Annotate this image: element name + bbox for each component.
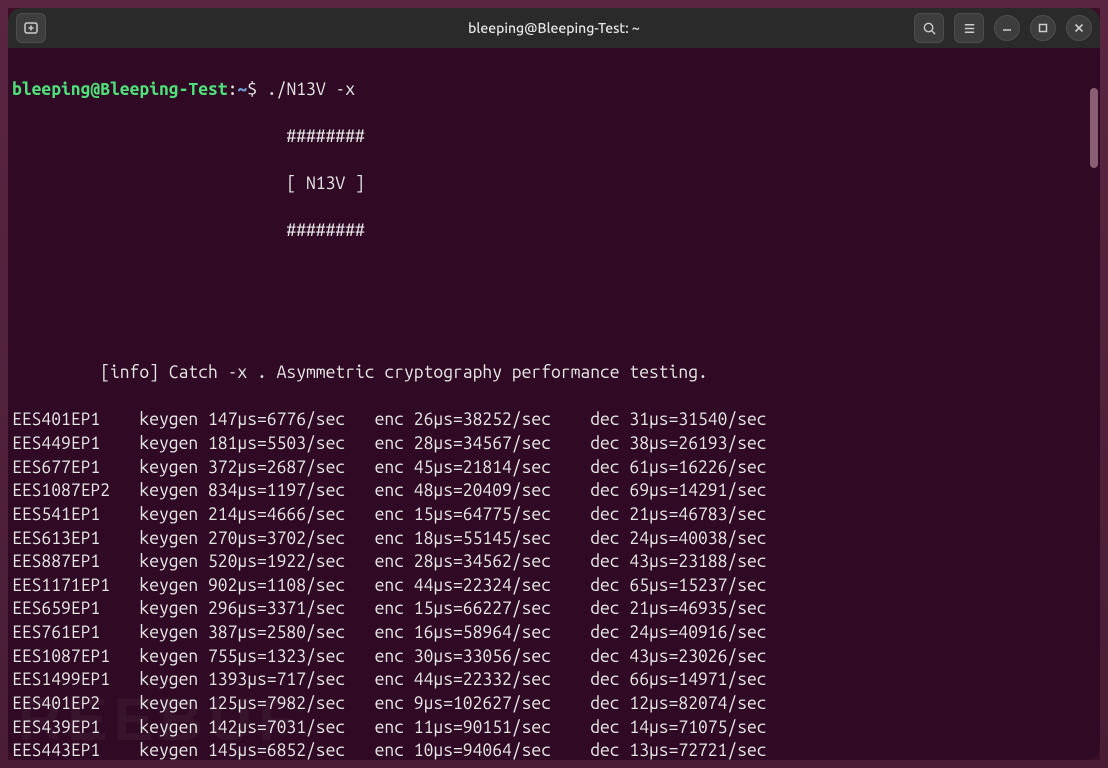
result-row: EES887EP1 keygen 520µs=1922/sec enc 28µs… — [12, 550, 1096, 574]
new-tab-button[interactable] — [16, 13, 46, 43]
prompt-user-host: bleeping@Bleeping-Test — [12, 80, 228, 99]
titlebar: bleeping@Bleeping-Test: ~ — [8, 8, 1100, 48]
banner-line: ######## — [12, 125, 1096, 149]
terminal-area[interactable]: bleeping@Bleeping-Test:~$ ./N13V -x ####… — [8, 48, 1100, 760]
banner-line: ######## — [12, 219, 1096, 243]
result-row: EES449EP1 keygen 181µs=5503/sec enc 28µs… — [12, 432, 1096, 456]
prompt-line: bleeping@Bleeping-Test:~$ ./N13V -x — [12, 78, 1096, 102]
terminal-window: bleeping@Bleeping-Test: ~ bleeping@Bleep… — [8, 8, 1100, 760]
minimize-button[interactable] — [994, 15, 1020, 41]
result-row: EES613EP1 keygen 270µs=3702/sec enc 18µs… — [12, 527, 1096, 551]
prompt-path: ~ — [237, 80, 247, 99]
result-row: EES761EP1 keygen 387µs=2580/sec enc 16µs… — [12, 621, 1096, 645]
result-row: EES443EP1 keygen 145µs=6852/sec enc 10µs… — [12, 739, 1096, 760]
search-button[interactable] — [914, 13, 944, 43]
maximize-button[interactable] — [1030, 15, 1056, 41]
result-row: EES677EP1 keygen 372µs=2687/sec enc 45µs… — [12, 456, 1096, 480]
window-title: bleeping@Bleeping-Test: ~ — [468, 20, 640, 36]
result-row: EES439EP1 keygen 142µs=7031/sec enc 11µs… — [12, 716, 1096, 740]
result-row: EES1171EP1 keygen 902µs=1108/sec enc 44µ… — [12, 574, 1096, 598]
result-row: EES1087EP1 keygen 755µs=1323/sec enc 30µ… — [12, 645, 1096, 669]
result-row: EES659EP1 keygen 296µs=3371/sec enc 15µs… — [12, 597, 1096, 621]
command-text: ./N13V -x — [267, 80, 355, 99]
scrollbar[interactable] — [1090, 88, 1098, 168]
result-row: EES1087EP2 keygen 834µs=1197/sec enc 48µ… — [12, 479, 1096, 503]
result-row: EES401EP1 keygen 147µs=6776/sec enc 26µs… — [12, 408, 1096, 432]
result-row: EES1499EP1 keygen 1393µs=717/sec enc 44µ… — [12, 668, 1096, 692]
result-row: EES541EP1 keygen 214µs=4666/sec enc 15µs… — [12, 503, 1096, 527]
banner-line: [ N13V ] — [12, 172, 1096, 196]
results-block: EES401EP1 keygen 147µs=6776/sec enc 26µs… — [12, 408, 1096, 760]
menu-button[interactable] — [954, 13, 984, 43]
prompt-dollar: $ — [247, 80, 257, 99]
result-row: EES401EP2 keygen 125µs=7982/sec enc 9µs=… — [12, 692, 1096, 716]
info-line: [info] Catch -x . Asymmetric cryptograph… — [12, 361, 1096, 385]
close-button[interactable] — [1066, 15, 1092, 41]
